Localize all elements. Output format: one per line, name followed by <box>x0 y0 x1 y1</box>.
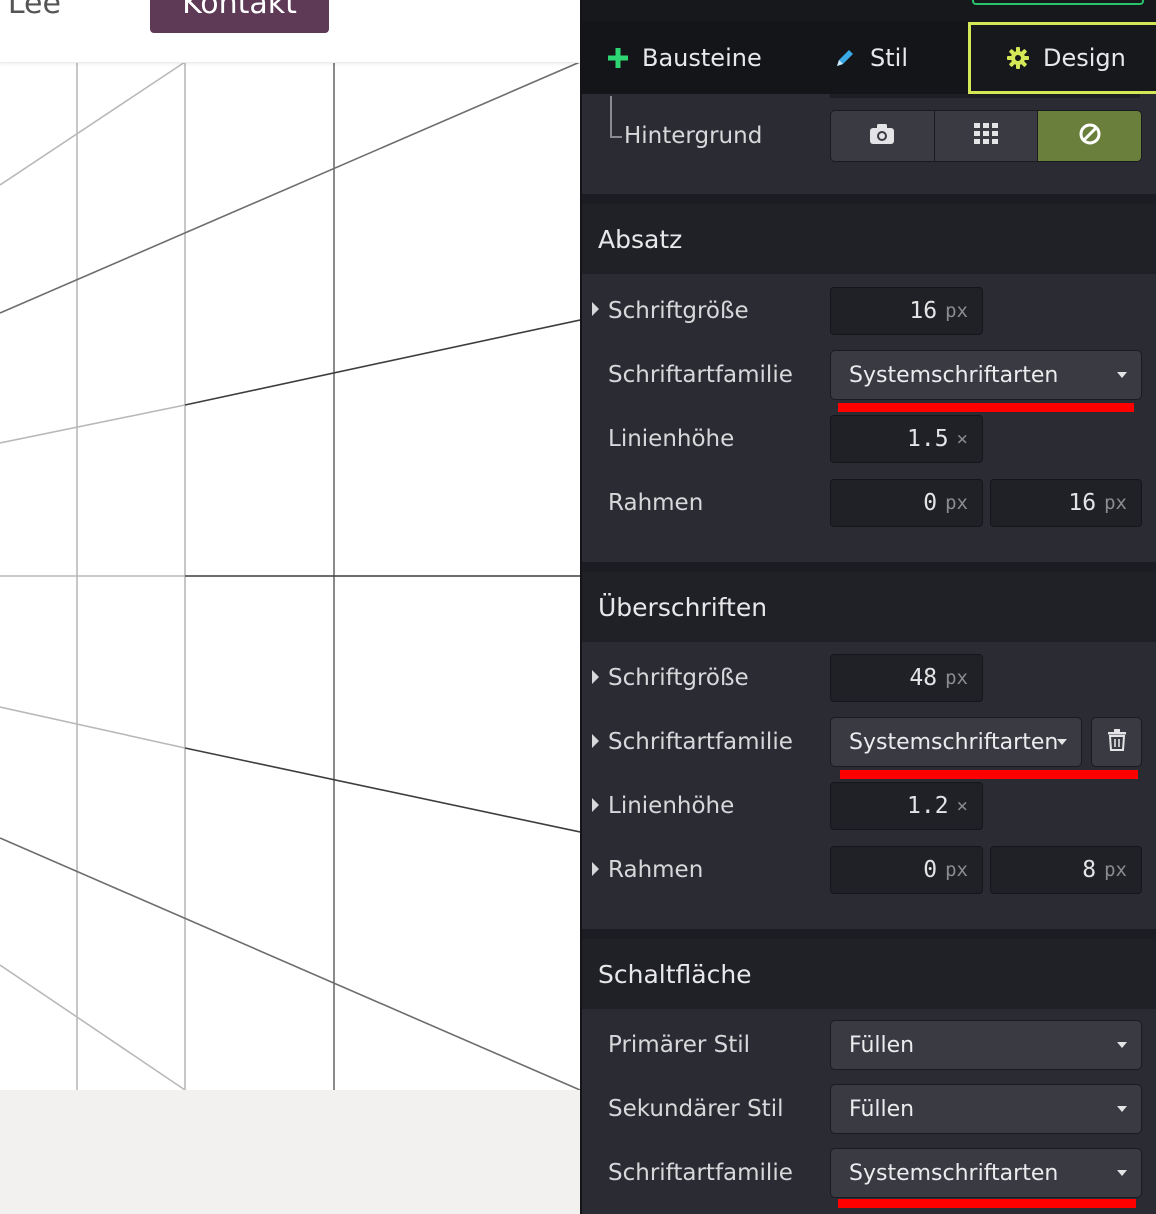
button-font-family-select[interactable]: Systemschriftarten <box>830 1148 1142 1198</box>
plus-icon <box>608 48 628 68</box>
field-value: 0 <box>923 490 938 516</box>
background-pattern-option[interactable] <box>934 111 1039 161</box>
headings-font-size-input[interactable]: 48 px <box>830 654 983 702</box>
headings-font-size-label: Schriftgröße <box>608 665 749 691</box>
button-secondary-style-select[interactable]: Füllen <box>830 1084 1142 1134</box>
headings-line-height-input[interactable]: 1.2 × <box>830 782 983 830</box>
delete-font-button[interactable] <box>1091 717 1142 767</box>
background-label: Hintergrund <box>624 123 763 149</box>
paragraph-border-width-input[interactable]: 0 px <box>830 479 983 527</box>
field-value: 48 <box>909 665 938 691</box>
editor-tabs: Bausteine Stil Design <box>582 22 1156 94</box>
paragraph-line-height-input[interactable]: 1.5 × <box>830 415 983 463</box>
chevron-down-icon <box>1117 1106 1127 1112</box>
trash-icon <box>1107 729 1126 755</box>
save-button[interactable] <box>972 0 1144 5</box>
grid-icon <box>974 123 998 149</box>
button-font-family-label: Schriftartfamilie <box>608 1160 793 1186</box>
tab-label: Design <box>1043 44 1126 72</box>
field-value: 0 <box>923 857 938 883</box>
red-annotation-underline <box>840 770 1138 779</box>
headings-line-height-label: Linienhöhe <box>608 793 735 819</box>
caret-right-icon[interactable] <box>592 862 599 876</box>
tab-blocks[interactable]: Bausteine <box>608 22 762 94</box>
field-unit: px <box>945 492 968 514</box>
field-value: 1.2 <box>907 793 949 819</box>
paragraph-line-height-label: Linienhöhe <box>608 426 735 452</box>
previous-field-edge <box>830 94 1140 98</box>
red-annotation-underline <box>838 403 1134 412</box>
paragraph-font-family-select[interactable]: Systemschriftarten <box>830 350 1142 400</box>
gear-icon <box>1007 47 1029 69</box>
paragraph-border-label: Rahmen <box>608 490 704 516</box>
section-divider <box>582 194 1156 204</box>
section-title: Absatz <box>598 224 683 254</box>
tab-style[interactable]: Stil <box>834 22 908 94</box>
site-brand-text[interactable]: r Lee <box>0 0 61 21</box>
field-value: 16 <box>909 298 938 324</box>
field-value: 16 <box>1068 490 1097 516</box>
field-unit: px <box>1104 859 1127 881</box>
background-none-option[interactable] <box>1038 111 1141 161</box>
section-button-header[interactable]: Schaltfläche <box>582 939 1156 1009</box>
paragraph-border-radius-input[interactable]: 16 px <box>990 479 1142 527</box>
headings-border-radius-input[interactable]: 8 px <box>990 846 1142 894</box>
paragraph-font-size-label: Schriftgröße <box>608 298 749 324</box>
caret-right-icon[interactable] <box>592 670 599 684</box>
tab-label: Bausteine <box>642 44 762 72</box>
headings-border-label: Rahmen <box>608 857 704 883</box>
section-paragraph-header[interactable]: Absatz <box>582 204 1156 274</box>
button-primary-style-label: Primärer Stil <box>608 1032 751 1058</box>
site-header: r Lee Kontakt <box>0 0 580 63</box>
camera-icon <box>869 123 895 149</box>
caret-right-icon[interactable] <box>592 798 599 812</box>
panel-top-bar <box>582 0 1156 22</box>
headings-border-width-input[interactable]: 0 px <box>830 846 983 894</box>
contact-button[interactable]: Kontakt <box>150 0 329 33</box>
tab-label: Stil <box>870 44 908 72</box>
page-footer <box>0 1090 580 1214</box>
chevron-down-icon <box>1117 372 1127 378</box>
caret-right-icon[interactable] <box>592 302 599 316</box>
field-value: 1.5 <box>907 426 949 452</box>
field-unit: × <box>956 795 968 817</box>
button-primary-style-select[interactable]: Füllen <box>830 1020 1142 1070</box>
tree-connector <box>610 96 622 138</box>
field-unit: px <box>1104 492 1127 514</box>
select-value: Systemschriftarten <box>849 362 1059 388</box>
paragraph-font-family-label: Schriftartfamilie <box>608 362 793 388</box>
button-secondary-style-label: Sekundärer Stil <box>608 1096 784 1122</box>
website-preview: r Lee Kontakt <box>0 0 580 1214</box>
select-value: Systemschriftarten <box>849 1160 1059 1186</box>
chevron-down-icon <box>1057 739 1067 745</box>
select-value: Systemschriftarten <box>849 729 1059 755</box>
section-title: Überschriften <box>598 592 768 622</box>
field-unit: px <box>945 859 968 881</box>
field-unit: × <box>956 428 968 450</box>
paragraph-font-size-input[interactable]: 16 px <box>830 287 983 335</box>
caret-right-icon[interactable] <box>592 734 599 748</box>
headings-font-family-label: Schriftartfamilie <box>608 729 793 755</box>
field-value: 8 <box>1082 857 1097 883</box>
red-annotation-underline <box>838 1199 1136 1208</box>
pencil-icon <box>834 47 856 69</box>
field-unit: px <box>945 300 968 322</box>
none-icon <box>1078 122 1102 150</box>
section-divider <box>582 562 1156 572</box>
background-image-option[interactable] <box>831 111 935 161</box>
chevron-down-icon <box>1117 1042 1127 1048</box>
select-value: Füllen <box>849 1032 915 1058</box>
section-divider <box>582 929 1156 939</box>
background-toggle <box>830 110 1142 162</box>
editor-panel: Bausteine Stil Design Hintergrund Absatz… <box>580 0 1156 1214</box>
tab-design[interactable]: Design <box>968 22 1156 94</box>
field-unit: px <box>945 667 968 689</box>
chevron-down-icon <box>1117 1170 1127 1176</box>
section-title: Schaltfläche <box>598 959 752 989</box>
grid-pattern-image <box>0 61 580 1091</box>
headings-font-family-select[interactable]: Systemschriftarten <box>830 717 1082 767</box>
section-headings-header[interactable]: Überschriften <box>582 572 1156 642</box>
select-value: Füllen <box>849 1096 915 1122</box>
